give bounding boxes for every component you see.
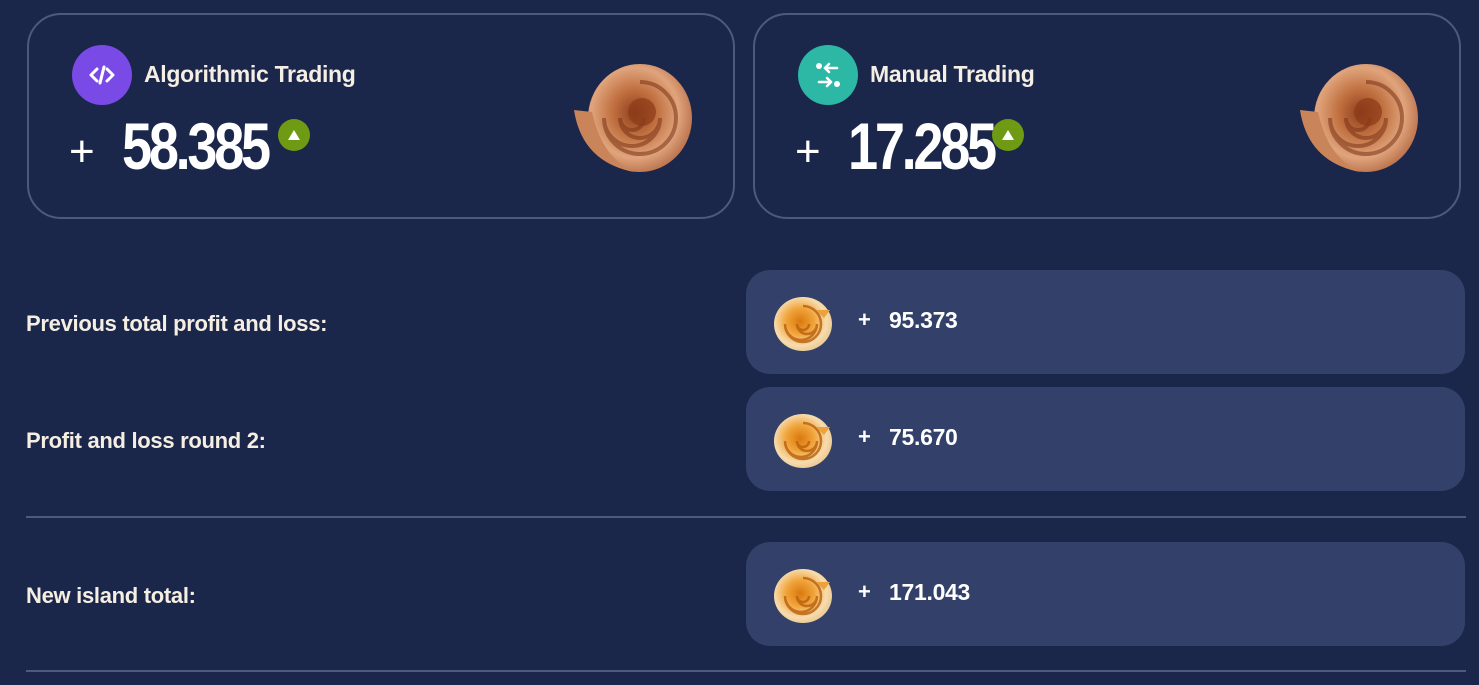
manual-value: 17.285 [848, 109, 997, 183]
plus-sign: + [858, 307, 871, 332]
manual-trading-card: Manual Trading + 17.285 [753, 13, 1461, 219]
new-island-total-value: 171.043 [889, 579, 971, 605]
previous-total-value: 95.373 [889, 307, 958, 333]
round-2-label: Profit and loss round 2: [26, 428, 266, 453]
card-title: Algorithmic Trading [144, 61, 356, 87]
card-title: Manual Trading [870, 61, 1035, 87]
shell-icon [774, 414, 832, 468]
shell-icon [1300, 64, 1418, 172]
plus-sign: + [69, 127, 95, 176]
plus-sign: + [858, 424, 871, 449]
round-2-value-box: + 75.670 [746, 387, 1465, 491]
trend-up-icon [992, 119, 1024, 151]
shell-icon [774, 297, 832, 351]
trend-up-icon [278, 119, 310, 151]
round-2-value: 75.670 [889, 424, 958, 450]
swap-arrows-icon [798, 45, 858, 105]
shell-icon [774, 569, 832, 623]
plus-sign: + [858, 579, 871, 604]
new-island-total-label: New island total: [26, 583, 196, 608]
plus-sign: + [795, 127, 821, 176]
algorithmic-value: 58.385 [122, 109, 271, 183]
divider [26, 516, 1466, 518]
code-icon [72, 45, 132, 105]
divider [26, 670, 1466, 672]
previous-total-label: Previous total profit and loss: [26, 311, 328, 336]
shell-icon [574, 64, 692, 172]
previous-total-value-box: + 95.373 [746, 270, 1465, 374]
new-island-total-value-box: + 171.043 [746, 542, 1465, 646]
algorithmic-trading-card: Algorithmic Trading + 58.385 [27, 13, 735, 219]
